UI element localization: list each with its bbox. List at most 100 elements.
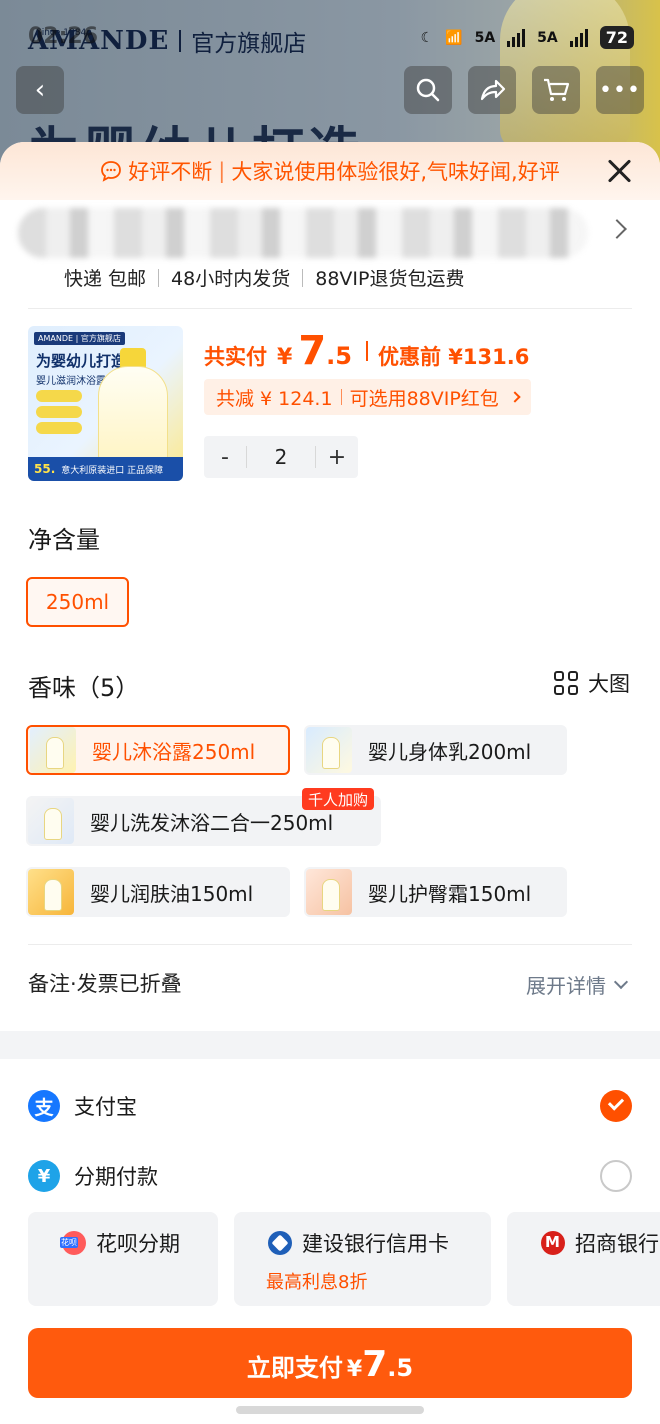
brand-separator [179, 30, 182, 52]
flavor-thumbnail [28, 798, 74, 844]
currency-symbol: ¥ [277, 345, 293, 370]
share-icon [480, 79, 506, 101]
pay-button-currency: ¥ [346, 1357, 363, 1382]
chevron-right-icon [607, 219, 627, 239]
share-button[interactable] [468, 66, 516, 114]
installment-radio[interactable] [600, 1160, 632, 1192]
notice-separator: | [218, 159, 226, 183]
flavor-title: 香味（5） [28, 674, 140, 702]
home-indicator [236, 1406, 424, 1414]
product-image[interactable]: AMANDE | 官方旗舰店 为婴幼儿打造 婴儿滋润沐浴露 55. 意大利原装进… [28, 326, 183, 481]
pay-button-price-decimal: .5 [387, 1354, 414, 1382]
installment-plan-ccb[interactable]: 建设银行信用卡 最高利息8折 [234, 1212, 491, 1306]
total-label: 共实付 [204, 345, 267, 369]
installment-icon: ¥ [28, 1160, 60, 1192]
product-image-band-text: 意大利原装进口 正品保障 [61, 465, 164, 476]
chevron-right-icon [509, 391, 521, 403]
status-icons: ☾ 📶 5A 5A 72 [421, 26, 634, 49]
pay-now-button[interactable]: 立即支付 ¥ 7 .5 [28, 1328, 632, 1398]
price-before-discount: 优惠前 ¥131.6 [377, 345, 530, 369]
shipping-info: 快递 包邮 48小时内发货 88VIP退货包运费 [64, 264, 464, 291]
hot-badge: 千人加购 [302, 788, 375, 810]
sheet-header: 好评不断 | 大家说使用体验很好,气味好闻,好评 [0, 142, 660, 200]
address-row[interactable] [0, 200, 660, 264]
battery-indicator: 72 [599, 26, 634, 49]
flavor-option-1[interactable]: 婴儿沐浴露250ml [26, 725, 290, 775]
price-integer: 7 [298, 328, 327, 374]
installment-plan-cmb[interactable]: 招商银行 [507, 1212, 660, 1306]
payment-alipay[interactable]: 支 支付宝 [28, 1090, 137, 1122]
pay-button-price-integer: 7 [362, 1344, 388, 1385]
section-gap [0, 1031, 660, 1059]
flavor-thumbnail [28, 869, 74, 915]
big-view-label: 大图 [588, 672, 630, 696]
notice-part2: 大家说使用体验很好,气味好闻,好评 [231, 160, 560, 184]
flavor-option-5[interactable]: 婴儿护臀霜150ml [304, 867, 567, 917]
plan-name: 建设银行信用卡 [302, 1232, 449, 1256]
cart-icon [544, 78, 570, 101]
flavor-thumbnail [30, 727, 76, 773]
big-view-toggle[interactable]: 大图 [554, 668, 630, 698]
flavor-label: 婴儿沐浴露250ml [92, 739, 256, 764]
chevron-down-icon [613, 974, 629, 989]
flavor-option-2[interactable]: 婴儿身体乳200ml [304, 725, 567, 775]
flavor-option-4[interactable]: 婴儿润肤油150ml [26, 867, 290, 917]
moon-icon: ☾ [420, 29, 434, 46]
shipping-48h: 48小时内发货 [171, 268, 291, 290]
plan-benefit: 最高利息8折 [266, 1272, 368, 1293]
ccb-bank-icon [268, 1231, 292, 1255]
price-decimal: .5 [326, 342, 352, 370]
flavor-thumbnail [306, 869, 352, 915]
more-button[interactable]: ••• [596, 66, 644, 114]
product-image-price: 55. [34, 462, 56, 476]
pay-button-label: 立即支付 [246, 1354, 343, 1382]
payment-installment[interactable]: ¥ 分期付款 [28, 1160, 158, 1192]
remark-invoice-label: 备注·发票已折叠 [28, 972, 182, 996]
signal-icon [507, 28, 526, 47]
discount-tag[interactable]: 共减 ¥ 124.1 可选用88VIP红包 [204, 379, 531, 415]
chevron-left-icon: ‹ [34, 75, 46, 105]
alipay-selected-radio[interactable] [600, 1090, 632, 1122]
shipping-free: 快递 包邮 [64, 268, 147, 290]
close-icon[interactable] [604, 156, 634, 186]
alipay-icon: 支 [28, 1090, 60, 1122]
expand-details-button[interactable]: 展开详情 [526, 970, 629, 999]
installment-plan-huabei[interactable]: 花呗分期 [28, 1212, 218, 1306]
increase-button[interactable]: + [316, 445, 358, 470]
status-time: 02:26 [28, 24, 99, 49]
product-image-logo: AMANDE | 官方旗舰店 [34, 332, 125, 345]
signal-icon-2 [569, 28, 588, 47]
divider [28, 944, 632, 945]
status-bar: AMANDE 官方旗舰店 Since 1884 02:26 ☾ 📶 5A 5A … [0, 0, 660, 60]
huabei-icon [60, 1231, 86, 1255]
wifi-icon: 📶 [445, 29, 463, 46]
search-button[interactable] [404, 66, 452, 114]
volume-option-250ml[interactable]: 250ml [26, 577, 129, 627]
divider [28, 308, 632, 309]
store-name: 官方旗舰店 [191, 31, 307, 57]
network-label-2: 5A [537, 29, 558, 46]
address-blurred [18, 208, 588, 258]
cart-button[interactable] [532, 66, 580, 114]
back-button[interactable]: ‹ [16, 66, 64, 114]
product-image-subtitle: 婴儿滋润沐浴露 [36, 376, 106, 387]
product-image-band: 55. 意大利原装进口 正品保障 [28, 457, 183, 481]
expand-details-label: 展开详情 [526, 974, 606, 998]
cmb-bank-icon [541, 1231, 565, 1255]
notice-part1: 好评不断 [128, 160, 213, 184]
network-label-1: 5A [474, 29, 496, 46]
shipping-vip-return: 88VIP退货包运费 [315, 268, 465, 290]
flavor-label: 婴儿润肤油150ml [90, 881, 254, 906]
search-icon [416, 78, 440, 102]
volume-title: 净含量 [28, 526, 100, 554]
order-sheet: 好评不断 | 大家说使用体验很好,气味好闻,好评 快递 包邮 48小时内发货 8… [0, 142, 660, 1424]
plan-name: 招商银行 [575, 1232, 659, 1256]
more-icon: ••• [599, 77, 641, 103]
flavor-label: 婴儿护臀霜150ml [368, 881, 532, 906]
flavor-label: 婴儿身体乳200ml [368, 739, 532, 764]
product-bottle [98, 366, 168, 466]
review-notice: 好评不断 | 大家说使用体验很好,气味好闻,好评 [100, 156, 560, 186]
decrease-button[interactable]: - [204, 445, 246, 470]
installment-label: 分期付款 [74, 1165, 158, 1189]
quantity-value[interactable]: 2 [246, 446, 316, 468]
